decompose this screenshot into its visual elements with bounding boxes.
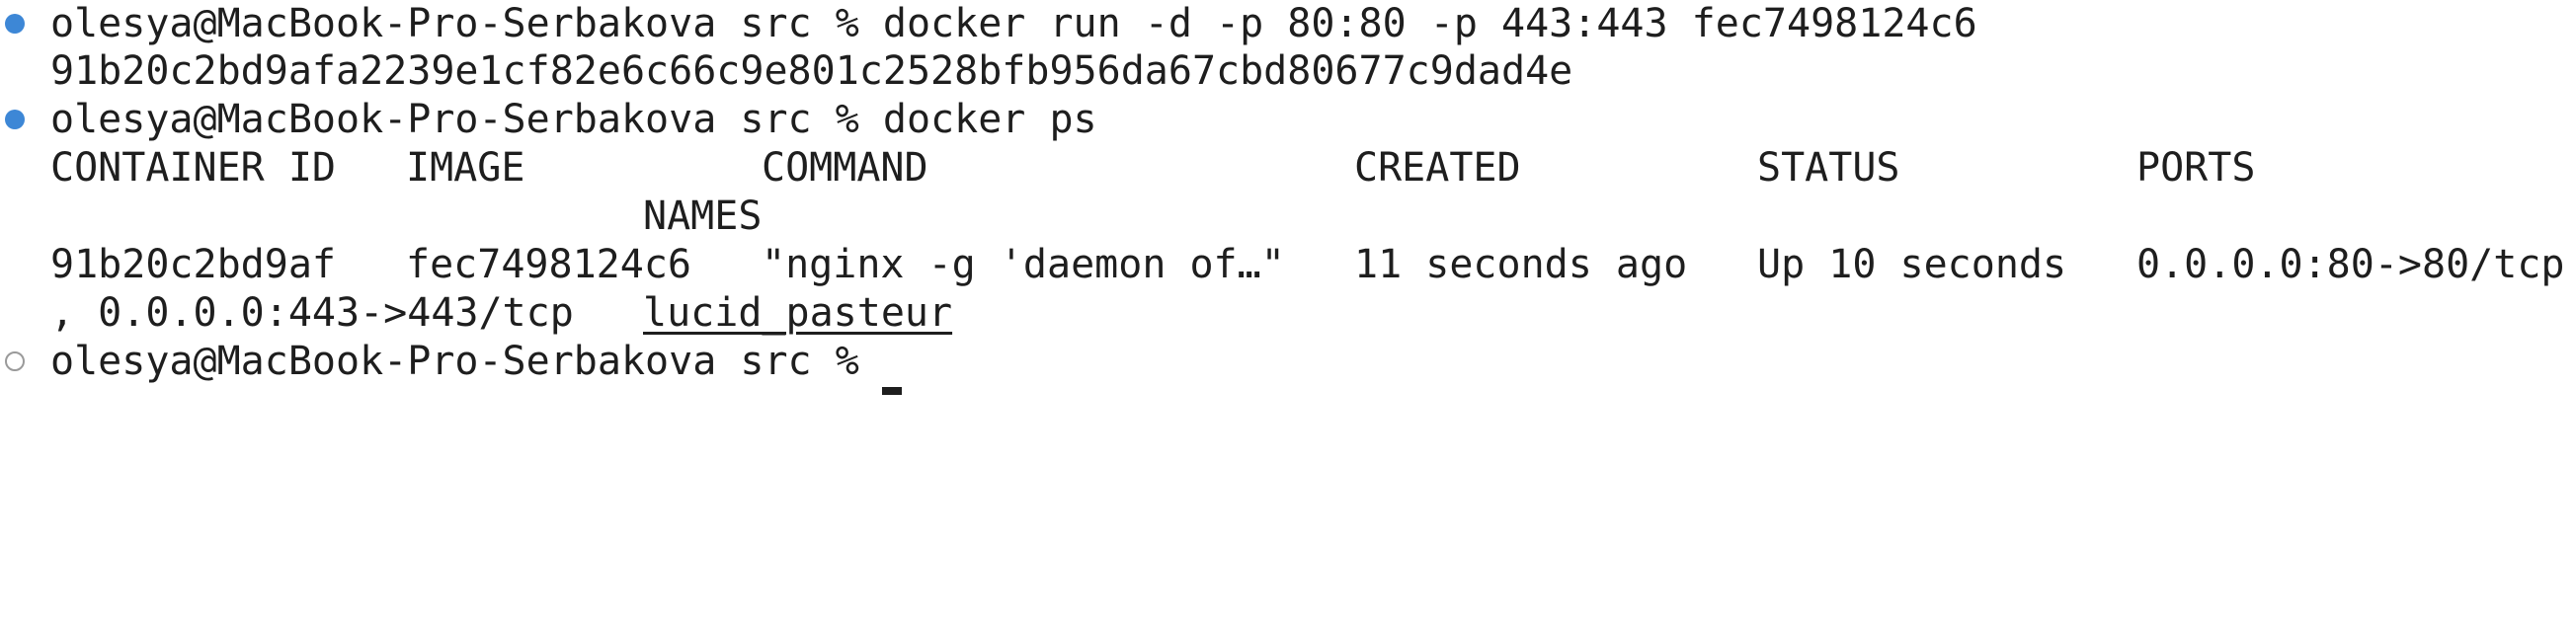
shell-prompt: olesya@MacBook-Pro-Serbakova src % [50,97,883,142]
container-hash-output: 91b20c2bd9afa2239e1cf82e6c66c9e801c2528b… [50,48,1573,94]
cell-status: Up 10 seconds [1757,242,2067,287]
header-command: COMMAND [762,145,928,191]
header-names: NAMES [643,194,763,239]
output-line: 91b20c2bd9afa2239e1cf82e6c66c9e801c2528b… [0,47,1572,95]
command-line-run: olesya@MacBook-Pro-Serbakova src % docke… [0,0,1977,47]
shell-prompt: olesya@MacBook-Pro-Serbakova src % [50,1,883,46]
header-status: STATUS [1757,145,1900,191]
cell-command: "nginx -g 'daemon of…" [762,242,1285,287]
table-row-wrap: , 0.0.0.0:443->443/tcp lucid_pasteur [0,289,2576,337]
command-text: docker run -d -p 80:80 -p 443:443 fec749… [882,1,1977,46]
cell-created: 11 seconds ago [1354,242,1688,287]
ps-table-header: CONTAINER ID IMAGE COMMAND CREATED STATU… [0,144,2576,192]
cell-names-link[interactable]: lucid_pasteur [643,289,952,337]
command-text: docker ps [882,97,1097,142]
pending-command-mark-icon [5,351,25,371]
terminal-window[interactable]: olesya@MacBook-Pro-Serbakova src % docke… [0,0,2576,395]
cell-image: fec7498124c6 [406,242,691,287]
cell-container-id: 91b20c2bd9af [50,242,336,287]
command-success-mark-icon[interactable] [5,110,25,129]
command-line-ps: olesya@MacBook-Pro-Serbakova src % docke… [0,96,1097,143]
header-container-id: CONTAINER ID [50,145,336,191]
shell-prompt: olesya@MacBook-Pro-Serbakova src % [50,339,859,384]
cell-ports-continued: , 0.0.0.0:443->443/tcp [50,290,574,336]
header-image: IMAGE [406,145,525,191]
cell-ports: 0.0.0.0:80->80/tcp [2136,242,2565,287]
command-line-current: olesya@MacBook-Pro-Serbakova src % [0,338,859,385]
header-created: CREATED [1354,145,1521,191]
command-success-mark-icon[interactable] [5,14,25,34]
text-cursor [882,387,902,395]
table-row: 91b20c2bd9af fec7498124c6 "nginx -g 'dae… [0,241,2576,288]
ps-table-header-wrap: NAMES [0,193,2576,240]
header-ports: PORTS [2136,145,2256,191]
